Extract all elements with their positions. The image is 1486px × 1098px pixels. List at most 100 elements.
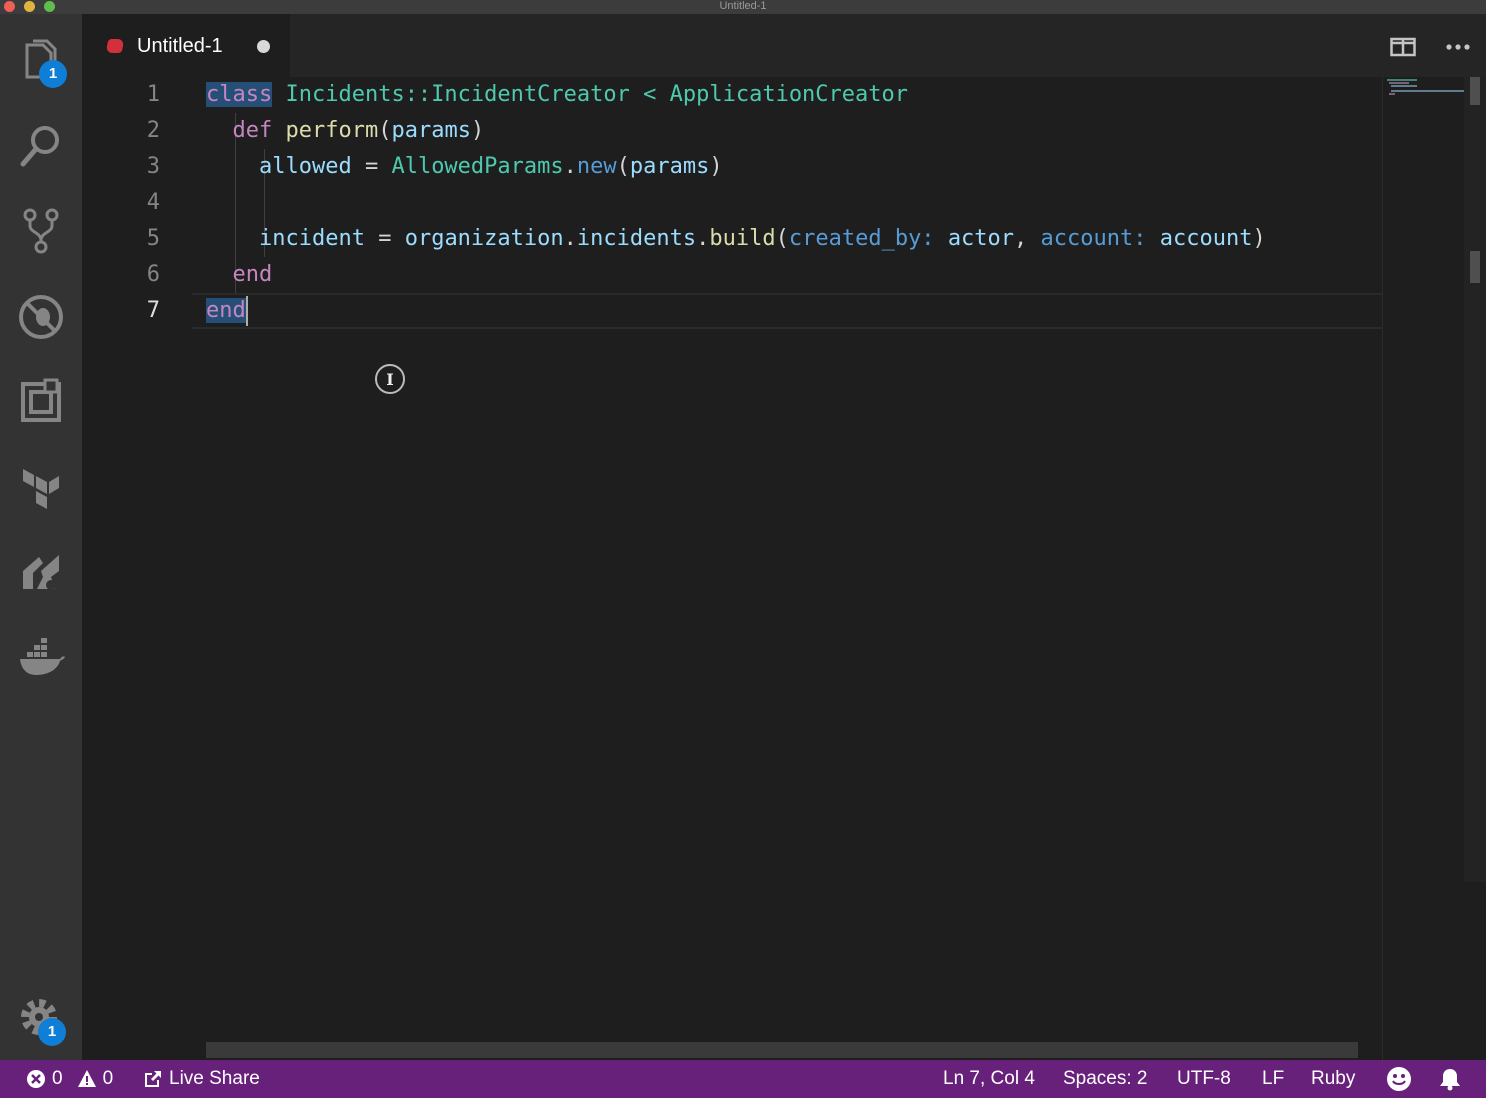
code-token: allowed — [258, 154, 352, 179]
terraform-icon — [23, 469, 59, 509]
code-line[interactable]: class Incidents::IncidentCreator < Appli… — [206, 77, 908, 113]
code-token: incident — [258, 226, 365, 251]
code-token: . — [563, 154, 577, 179]
line-number: 7 — [146, 298, 160, 323]
code-token: ( — [378, 118, 392, 143]
code-token: end — [206, 298, 246, 323]
code-line[interactable]: allowed = AllowedParams.new(params) — [206, 149, 723, 185]
eol-setting[interactable]: LF — [1262, 1060, 1284, 1098]
line-number: 5 — [146, 226, 160, 251]
code-token: = — [351, 154, 392, 179]
horizontal-scrollbar[interactable] — [206, 1042, 1358, 1058]
scroll-thumb[interactable] — [1470, 77, 1480, 105]
activity-live-share[interactable] — [0, 538, 82, 608]
live-share-status[interactable]: Live Share — [143, 1060, 260, 1098]
code-token: ( — [775, 226, 789, 251]
code-token: created_by: — [788, 226, 935, 251]
language-mode[interactable]: Ruby — [1311, 1060, 1355, 1098]
cursor-position[interactable]: Ln 7, Col 4 — [943, 1060, 1035, 1098]
encoding-setting[interactable]: UTF-8 — [1177, 1060, 1231, 1098]
feedback-button[interactable] — [1386, 1060, 1412, 1098]
source-control-icon — [23, 208, 59, 254]
notifications-button[interactable] — [1439, 1060, 1461, 1098]
tab-bar: Untitled-1 — [82, 14, 1486, 77]
title-bar: Untitled-1 — [0, 0, 1486, 14]
live-share-label: Live Share — [169, 1068, 260, 1089]
code-token: organization — [404, 226, 564, 251]
bell-icon — [1440, 1069, 1460, 1091]
activity-debug[interactable] — [0, 282, 82, 352]
overview-ruler-marker — [1470, 251, 1480, 283]
warning-count: 0 — [102, 1068, 114, 1089]
text-cursor-icon: I — [375, 364, 405, 394]
split-editor-button[interactable] — [1388, 32, 1418, 62]
code-token: perform — [285, 118, 379, 143]
indentation-setting[interactable]: Spaces: 2 — [1063, 1060, 1148, 1098]
code-token: ) — [470, 118, 485, 143]
live-share-icon — [23, 555, 59, 590]
activity-manage[interactable]: 1 — [0, 984, 82, 1054]
warning-icon — [77, 1070, 96, 1087]
search-icon — [20, 126, 59, 167]
line-number: 1 — [146, 82, 160, 107]
tab-label: Untitled-1 — [137, 35, 223, 57]
code-token: ApplicationCreator — [669, 82, 909, 107]
window-title: Untitled-1 — [719, 0, 767, 12]
code-token: class — [206, 82, 273, 107]
code-line[interactable]: incident = organization.incidents.build(… — [206, 221, 1266, 257]
code-editor[interactable]: 1234567 class Incidents::IncidentCreator… — [82, 77, 1486, 1060]
code-token: incidents — [576, 226, 697, 251]
docker-icon — [20, 638, 65, 675]
code-token: . — [563, 226, 577, 251]
error-count: 0 — [52, 1068, 63, 1089]
code-token: Incidents::IncidentCreator — [285, 82, 630, 107]
code-token: actor — [947, 226, 1015, 251]
code-token: end — [232, 262, 273, 287]
activity-explorer[interactable]: 1 — [0, 26, 82, 96]
code-line[interactable]: def perform(params) — [206, 113, 485, 149]
activity-source-control[interactable] — [0, 196, 82, 266]
code-token: account: — [1040, 226, 1147, 251]
line-number: 2 — [146, 118, 160, 143]
code-token: ) — [1252, 226, 1266, 251]
activity-search[interactable] — [0, 111, 82, 181]
code-token: ) — [709, 154, 723, 179]
code-token: params — [391, 118, 471, 143]
smiley-icon — [1387, 1067, 1411, 1091]
activity-extensions[interactable] — [0, 367, 82, 437]
explorer-badge: 1 — [39, 60, 67, 88]
ruby-file-icon — [105, 39, 125, 53]
code-line[interactable]: end — [206, 293, 248, 329]
code-line[interactable]: end — [206, 257, 273, 293]
more-actions-button[interactable] — [1443, 32, 1473, 62]
code-token: new — [576, 154, 617, 179]
code-token: = — [364, 226, 405, 251]
status-bar: 0 0 Live Share Ln 7, Col 4 Spaces: 2 UTF… — [0, 1060, 1486, 1098]
activity-docker[interactable] — [0, 623, 82, 693]
code-token: build — [709, 226, 776, 251]
minimap[interactable] — [1382, 77, 1465, 1060]
vertical-scrollbar[interactable] — [1464, 77, 1486, 882]
debug-icon — [19, 295, 63, 339]
live-share-arrow-icon — [145, 1071, 161, 1087]
code-token: AllowedParams — [391, 154, 564, 179]
unsaved-dot-icon[interactable] — [257, 40, 270, 53]
minimap-preview — [1387, 79, 1465, 95]
problems-indicator[interactable]: 0 0 — [26, 1060, 113, 1098]
code-token: account — [1159, 226, 1253, 251]
tab-untitled-1[interactable]: Untitled-1 — [82, 14, 290, 77]
activity-terraform[interactable] — [0, 452, 82, 522]
code-token: . — [696, 226, 710, 251]
error-icon — [27, 1070, 45, 1088]
current-line-highlight — [192, 293, 1382, 329]
code-token: , — [1014, 226, 1041, 251]
line-number: 3 — [146, 154, 160, 179]
text-caret — [245, 296, 248, 326]
